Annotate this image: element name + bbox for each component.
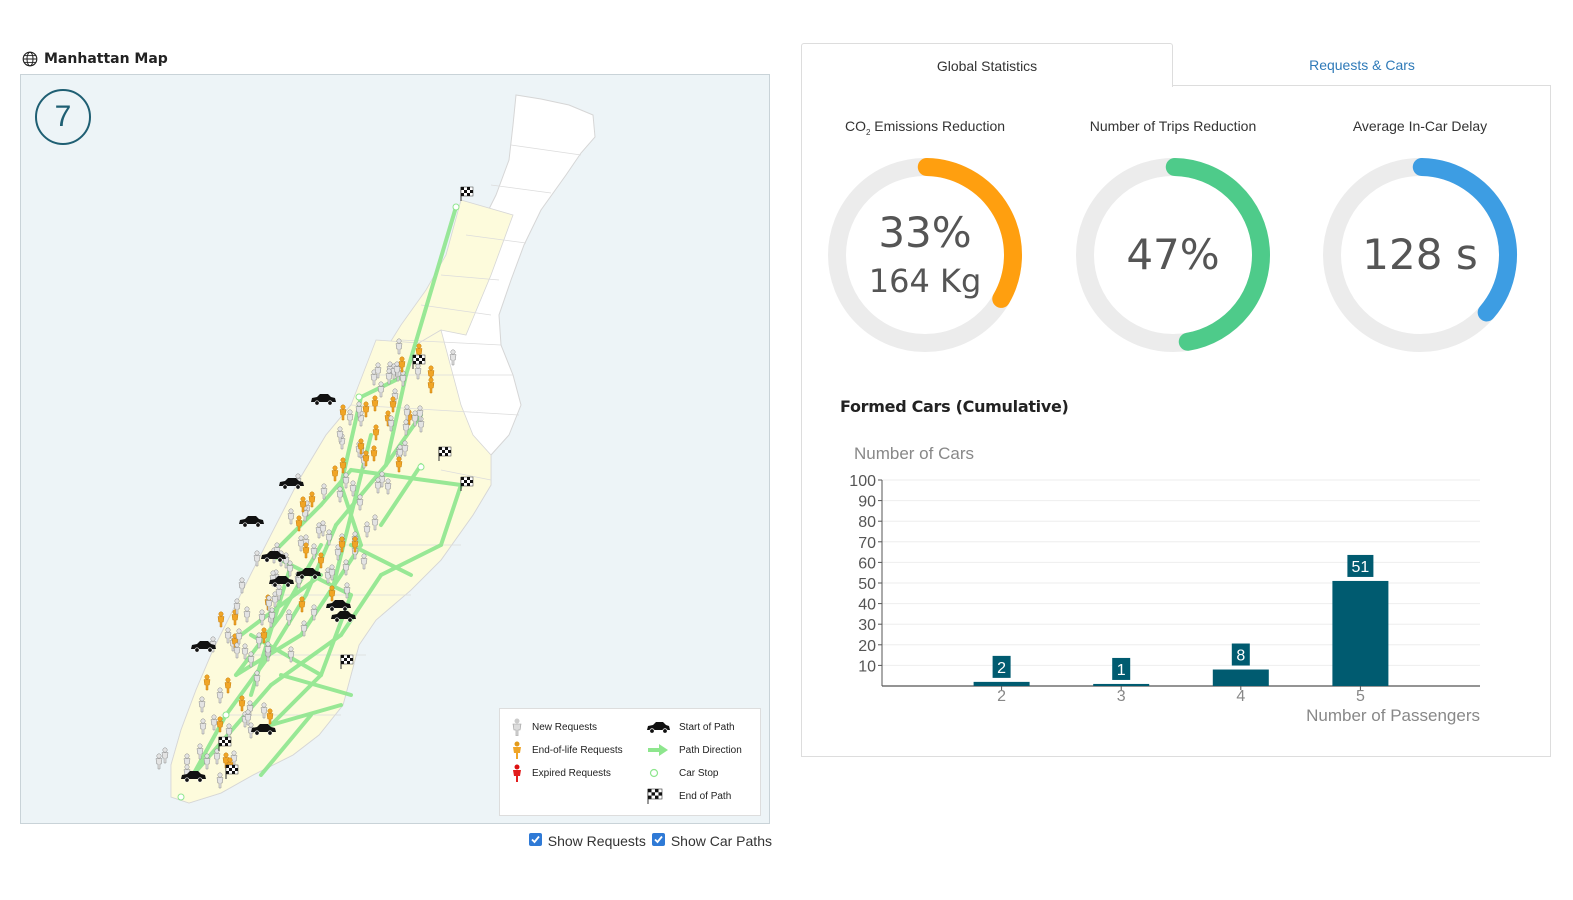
bar [973,681,1030,686]
bar [1212,669,1269,686]
co2-gauge: 33% 164 Kg [826,156,1024,354]
x-tick-label: 4 [1236,688,1245,705]
bar [1332,580,1389,686]
car-icon [239,516,264,528]
legend-item-expired: Expired Requests [510,764,611,782]
y-tick-label: 90 [858,494,876,511]
show-car-paths-label[interactable]: Show Car Paths [671,833,772,849]
map-legend: New Requests End-of-life Requests Expire… [499,708,761,816]
legend-label: End-of-life Requests [532,744,623,756]
delay-gauge-label: Average In-Car Delay [1352,118,1488,134]
co2-gauge-label: CO2 Emissions Reduction [815,118,1035,137]
end-of-life-request-icon [513,741,521,759]
legend-label: Car Stop [679,767,719,779]
car-stop-icon [649,768,659,778]
bar-value-label: 51 [1352,559,1370,576]
y-tick-label: 60 [858,555,876,572]
car-stop-icon [177,793,185,801]
tab-requests-cars[interactable]: Requests & Cars [1173,43,1551,86]
trips-gauge-label: Number of Trips Reduction [1089,118,1257,134]
y-axis-label: Number of Cars [854,444,974,463]
checkbox-checked-icon[interactable] [528,832,542,846]
show-car-paths-checkbox[interactable]: Show Car Paths [651,832,772,849]
expired-request-icon [513,764,521,782]
bar-value-label: 8 [1236,648,1245,665]
legend-label: End of Path [679,790,732,802]
chart-bars: 2 2 1 3 8 4 51 5 [973,554,1389,705]
legend-item-end-of-path: End of Path [645,787,731,805]
bar [1093,683,1150,686]
formed-cars-chart: Number of Cars Number of Passengers 10 20… [849,444,1480,725]
end-of-life-request-icon [217,611,225,628]
legend-item-path-direction: Path Direction [645,741,742,759]
y-tick-label: 70 [858,535,876,552]
gauge-label-text: CO [844,118,866,134]
map-toggles: Show Requests Show Car Paths [523,832,772,849]
legend-label: Expired Requests [532,767,611,779]
legend-item-start-of-path: Start of Path [645,718,735,736]
y-tick-label: 20 [858,638,876,655]
car-icon [647,722,670,734]
tab-global-statistics[interactable]: Global Statistics [801,43,1173,87]
legend-label: New Requests [532,721,598,733]
legend-item-end-of-life: End-of-life Requests [510,741,623,759]
delay-gauge: 128 s [1321,156,1519,354]
show-requests-label[interactable]: Show Requests [548,833,646,849]
legend-item-new-requests: New Requests [510,718,597,736]
show-requests-checkbox[interactable]: Show Requests [528,832,646,849]
chart-title: Formed Cars (Cumulative) [840,397,1069,416]
car-stop-icon [452,203,460,211]
y-tick-label: 100 [849,473,876,490]
legend-item-car-stop: Car Stop [645,764,718,782]
gauge-label-text: Emissions Reduction [870,118,1006,134]
stats-tabs: Global Statistics Requests & Cars [801,43,1551,87]
map-title: Manhattan Map [22,49,168,69]
car-stop-icon [222,711,230,719]
checkered-flag-icon [647,788,663,804]
legend-label: Start of Path [679,721,735,733]
globe-icon [22,51,38,67]
x-tick-label: 2 [997,688,1006,705]
gauge-value: 128 s [1362,230,1478,279]
legend-label: Path Direction [679,744,742,756]
new-request-icon [161,747,169,764]
y-tick-label: 50 [858,576,876,593]
gauge-secondary-value: 164 Kg [868,262,982,300]
arrow-icon [648,744,668,756]
gauge-value: 33% [878,208,972,257]
car-icon [311,394,336,406]
new-request-icon [512,718,522,736]
y-tick-label: 80 [858,514,876,531]
gauge-value: 47% [1126,230,1220,279]
new-request-icon [155,753,163,770]
checkered-flag-icon [460,186,474,201]
bar-value-label: 2 [997,660,1006,677]
car-stop-icon [417,463,425,471]
step-counter: 7 [35,89,91,145]
car-stop-icon [355,393,363,401]
y-tick-label: 10 [858,658,876,675]
checkbox-checked-icon[interactable] [651,832,665,846]
y-tick-label: 30 [858,617,876,634]
bar-value-label: 1 [1117,662,1126,679]
x-tick-label: 5 [1356,688,1365,705]
x-tick-label: 3 [1117,688,1126,705]
x-axis-label: Number of Passengers [1306,706,1480,725]
map-title-text: Manhattan Map [44,51,168,67]
y-tick-label: 40 [858,597,876,614]
manhattan-map[interactable]: 7 New Requests End-of-life Requests Expi… [20,74,770,824]
trips-gauge: 47% [1074,156,1272,354]
